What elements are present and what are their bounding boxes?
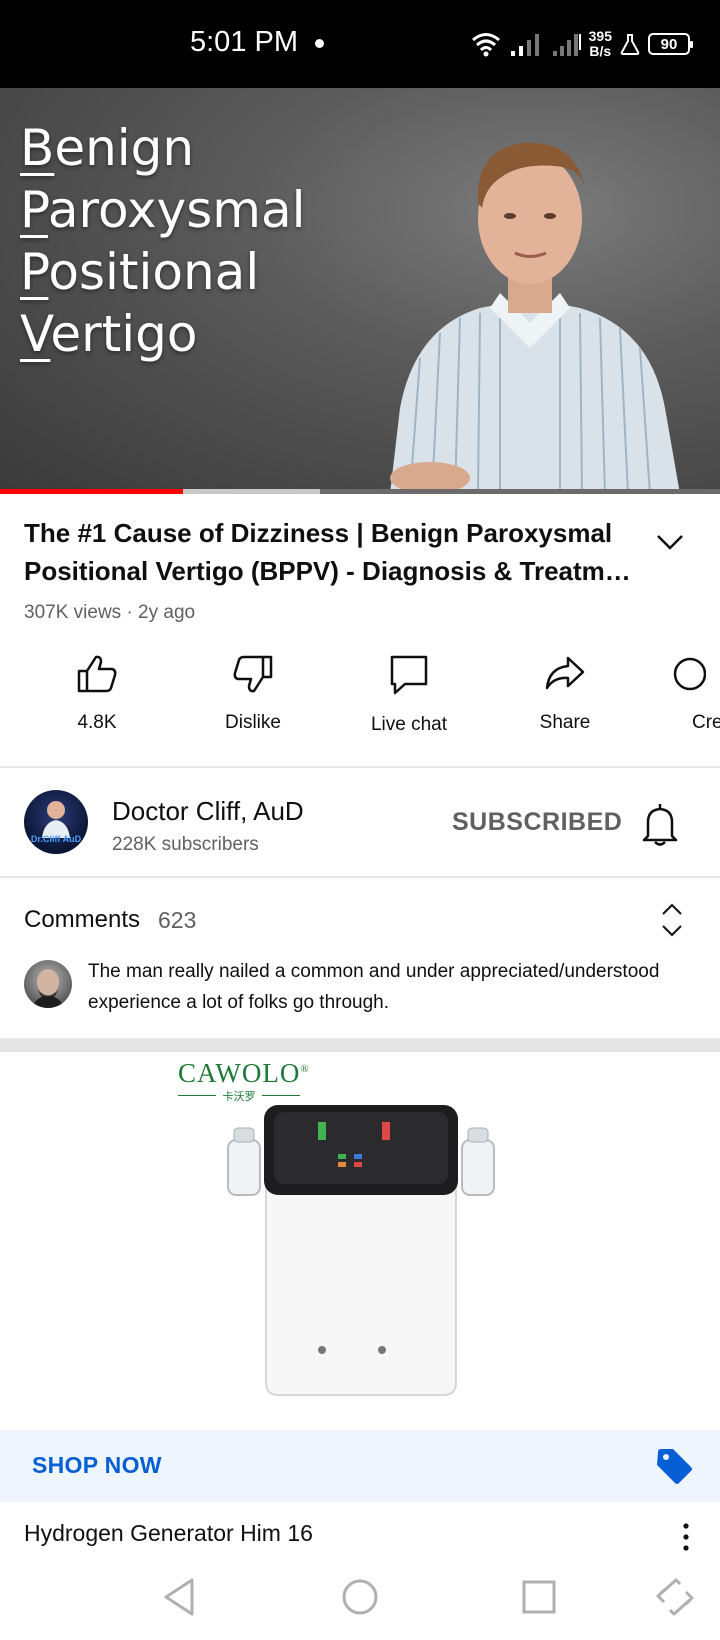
comments-count: 623 — [158, 907, 197, 933]
video-title[interactable]: The #1 Cause of Dizziness | Benign Parox… — [24, 514, 644, 590]
thumbs-up-icon — [77, 655, 117, 693]
create-button[interactable]: Cre — [650, 654, 720, 734]
subscribed-button[interactable]: SUBSCRIBED — [452, 808, 622, 837]
battery-level: 90 — [660, 35, 678, 53]
overlay-rest: ositional — [48, 243, 260, 301]
video-title-line: Positional Vertigo (BPPV) - Diagnosis & … — [24, 556, 631, 586]
kebab-icon[interactable] — [676, 1520, 696, 1554]
overlay-initial: B — [20, 119, 55, 177]
video-meta: 307K views · 2y ago — [24, 602, 196, 623]
progress-played — [0, 489, 183, 494]
create-icon — [673, 657, 706, 691]
sort-icon[interactable] — [658, 900, 686, 940]
ad-title[interactable]: Hydrogen Generator Him 16 — [24, 1520, 313, 1547]
overlay-rest: aroxysmal — [47, 181, 306, 239]
dislike-button[interactable]: Dislike — [183, 654, 323, 734]
shop-now-button[interactable]: SHOP NOW — [32, 1452, 162, 1479]
brand-name: CAWOLO — [178, 1058, 301, 1088]
signal-icon — [552, 34, 581, 56]
like-count: 4.8K — [77, 712, 117, 733]
status-icons: 395 B/s 90 — [471, 24, 693, 64]
action-row: 4.8K Dislike Live chat Share Cre — [0, 654, 720, 754]
commenter-face-icon — [32, 969, 64, 1008]
speed-unit: B/s — [589, 43, 612, 59]
create-label: Cre — [692, 712, 720, 733]
subscriber-count: 228K subscribers — [112, 834, 259, 855]
avatar-label: Dr.Cliff AuD — [30, 834, 82, 844]
overlay-initial: P — [20, 181, 48, 239]
signal-icon — [510, 34, 539, 56]
wifi-icon — [471, 33, 500, 57]
divider — [0, 766, 720, 768]
status-bar: 5:01 PM 395 B/s 90 — [0, 0, 720, 88]
brand-mark: ® — [300, 1063, 310, 1075]
notification-dot — [315, 39, 324, 48]
comments-header[interactable]: Comments — [24, 906, 140, 934]
hydrogen-generator-image — [227, 1105, 495, 1396]
presenter-image — [390, 142, 680, 494]
share-button[interactable]: Share — [495, 654, 635, 734]
speed-value: 395 — [588, 28, 612, 44]
tag-icon — [657, 1449, 692, 1484]
video-overlay-line: Paroxysmal — [20, 178, 306, 242]
overlay-rest: enign — [54, 119, 195, 177]
chevron-down-icon[interactable] — [652, 524, 688, 560]
share-icon — [545, 656, 585, 690]
video-overlay-line: Positional — [20, 240, 259, 304]
video-title-line: The #1 Cause of Dizziness | Benign Parox… — [24, 518, 613, 548]
thumbs-down-icon — [233, 655, 273, 693]
overlay-initial: V — [20, 305, 51, 363]
overlay-initial: P — [20, 243, 49, 301]
bell-icon[interactable] — [638, 800, 682, 848]
section-separator — [0, 1038, 720, 1052]
system-nav-bar — [0, 1554, 720, 1640]
rotate-icon[interactable] — [650, 1572, 700, 1622]
share-label: Share — [539, 712, 591, 733]
flask-icon — [620, 34, 640, 55]
video-player[interactable]: Benign Paroxysmal Positional Vertigo — [0, 88, 720, 494]
presenter-avatar-icon — [42, 801, 70, 838]
overlay-rest: ertigo — [50, 305, 198, 363]
chat-icon — [390, 655, 428, 695]
video-overlay-line: Benign — [20, 116, 194, 180]
progress-bar[interactable] — [0, 489, 720, 494]
battery-icon: 90 — [648, 33, 693, 55]
video-overlay-line: Vertigo — [20, 302, 197, 366]
back-icon[interactable] — [156, 1572, 206, 1622]
commenter-avatar[interactable] — [24, 960, 72, 1008]
shop-now-bar[interactable]: SHOP NOW — [0, 1430, 720, 1502]
dislike-label: Dislike — [225, 712, 281, 733]
home-icon[interactable] — [335, 1572, 385, 1622]
network-speed: 395 B/s — [589, 29, 612, 59]
divider — [0, 876, 720, 878]
ad-brand-logo: CAWOLO® — [178, 1058, 310, 1089]
status-time: 5:01 PM — [190, 26, 298, 58]
top-comment: The man really nailed a common and under… — [88, 961, 660, 1013]
live-chat-button[interactable]: Live chat — [339, 654, 479, 736]
channel-avatar[interactable]: Dr.Cliff AuD — [24, 790, 88, 854]
channel-name[interactable]: Doctor Cliff, AuD — [112, 796, 304, 827]
live-chat-label: Live chat — [370, 714, 448, 735]
recents-icon[interactable] — [514, 1572, 564, 1622]
like-button[interactable]: 4.8K — [27, 654, 167, 734]
